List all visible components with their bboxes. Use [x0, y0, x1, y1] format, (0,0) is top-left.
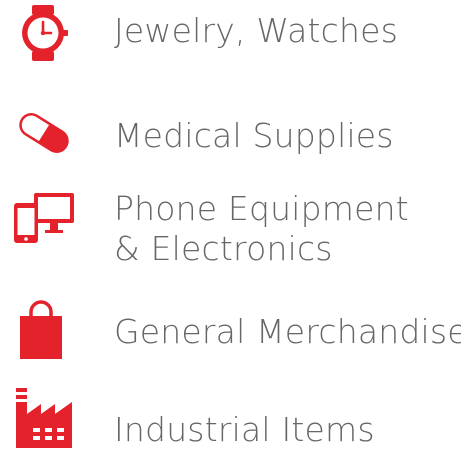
category-label-line: Phone Equipment: [114, 189, 409, 228]
category-label-line: Medical Supplies: [114, 116, 394, 155]
pill-icon: [14, 110, 74, 156]
category-label: Jewelry, Watches: [114, 11, 398, 51]
category-list: Jewelry, Watches Medical Supplies Phone …: [0, 0, 461, 460]
category-label-line: & Electronics: [114, 229, 333, 268]
watch-icon: [14, 4, 72, 62]
category-label: Phone Equipment & Electronics: [114, 189, 409, 269]
category-label: Industrial Items: [114, 410, 375, 450]
factory-icon: [14, 388, 74, 448]
category-label-line: Jewelry, Watches: [114, 11, 399, 50]
category-label: Medical Supplies: [114, 116, 394, 156]
category-label-line: Industrial Items: [114, 410, 375, 449]
devices-icon: [12, 191, 76, 245]
category-label: General Merchandise: [114, 312, 461, 352]
category-label-line: General Merchandise: [114, 312, 461, 351]
shopping-bag-icon: [16, 300, 66, 360]
